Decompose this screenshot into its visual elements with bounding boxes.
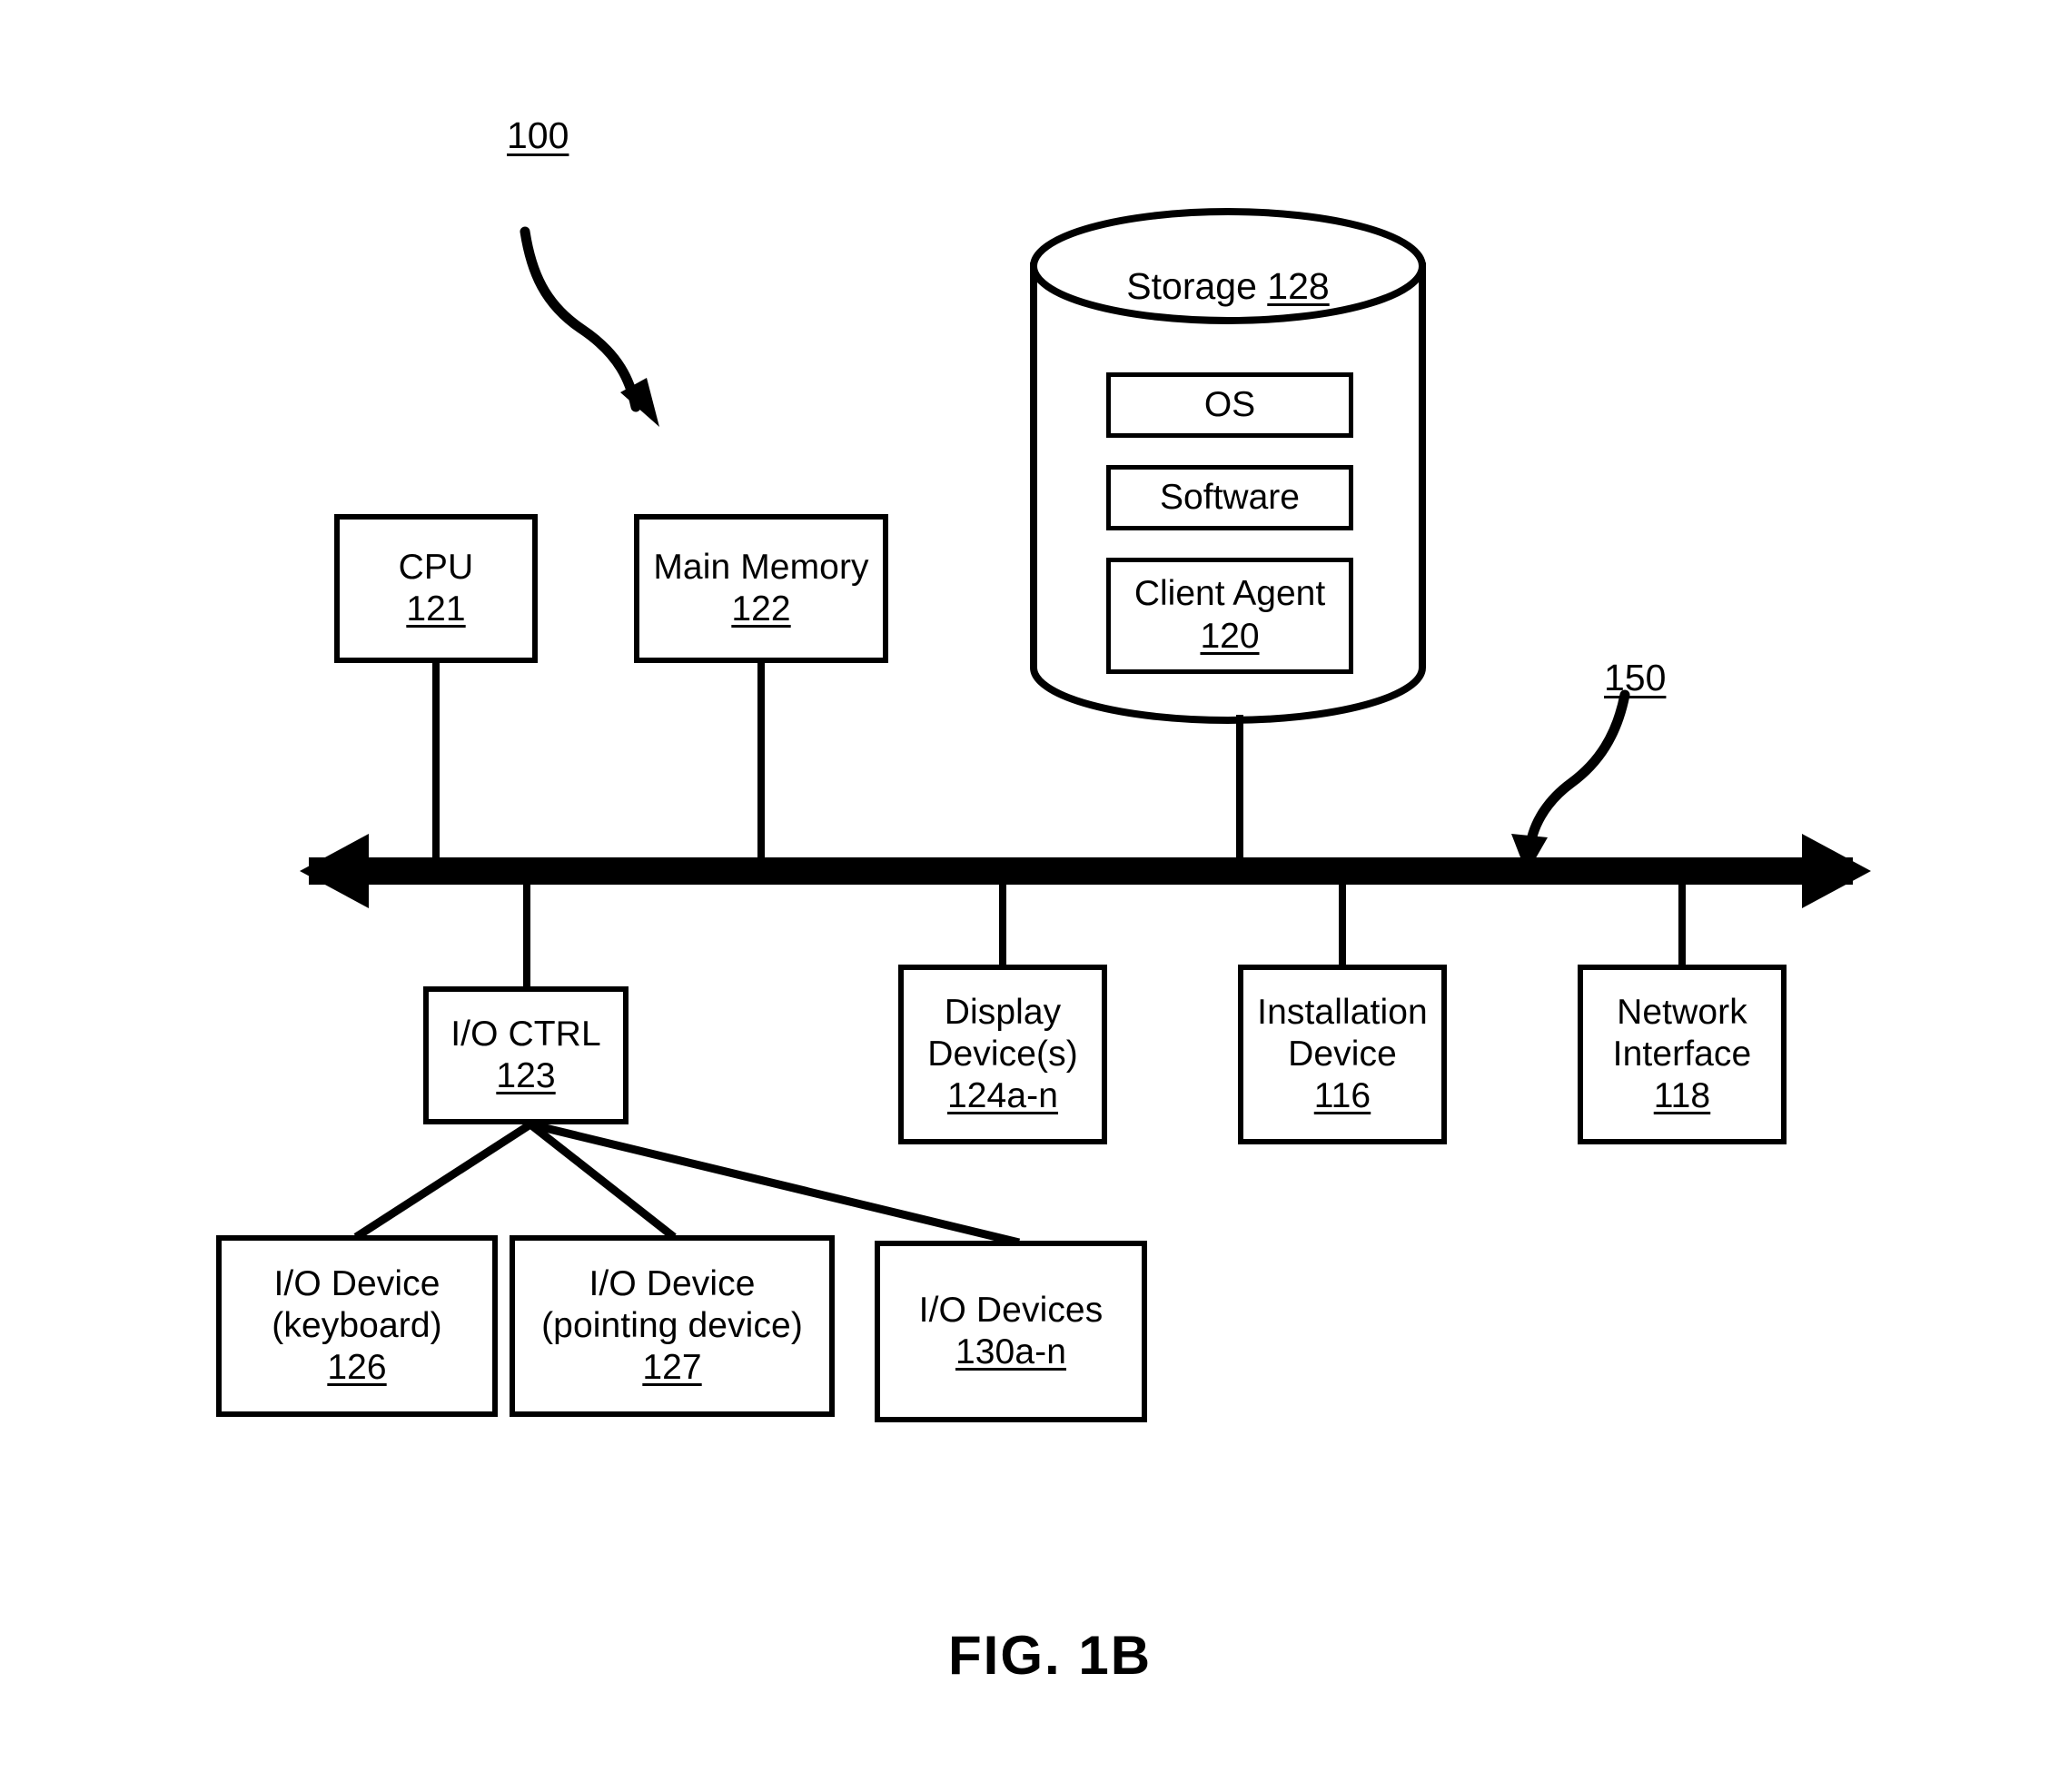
node-display-device-ref: 124a-n (946, 1076, 1059, 1115)
node-cpu-label: CPU (398, 547, 474, 587)
node-installation-device[interactable]: Installation Device 116 (1238, 965, 1447, 1144)
callout-arrow-150 (1511, 689, 1630, 874)
node-main-memory-label: Main Memory (653, 547, 869, 587)
node-display-device[interactable]: Display Device(s) 124a-n (898, 965, 1107, 1144)
node-io-device-pointing-label-2: (pointing device) (541, 1305, 803, 1345)
callout-arrow-100 (520, 226, 659, 427)
node-main-memory-ref: 122 (731, 589, 791, 629)
node-cpu[interactable]: CPU 121 (334, 514, 538, 663)
storage-item-os[interactable]: OS (1106, 372, 1353, 438)
node-installation-device-label-2: Device (1288, 1034, 1397, 1074)
patent-figure-1b: 100 150 Storage 128 OS Software Client A… (0, 0, 2049, 1792)
node-cpu-ref: 121 (406, 589, 466, 629)
storage-item-software-label: Software (1160, 477, 1300, 517)
node-io-device-pointing-ref: 127 (642, 1348, 702, 1387)
storage-item-client-agent-ref: 120 (1200, 617, 1260, 656)
callout-label-100: 100 (507, 114, 569, 156)
node-io-devices-generic[interactable]: I/O Devices 130a-n (875, 1241, 1147, 1422)
node-display-device-label-2: Device(s) (927, 1034, 1078, 1074)
node-network-interface-label-2: Interface (1612, 1034, 1752, 1074)
figure-caption: FIG. 1B (948, 1625, 1153, 1686)
node-io-devices-generic-label: I/O Devices (918, 1290, 1104, 1330)
node-io-device-keyboard-label-2: (keyboard) (272, 1305, 442, 1345)
storage-item-client-agent-label: Client Agent (1133, 574, 1326, 614)
node-io-device-keyboard-ref: 126 (327, 1348, 387, 1387)
node-display-device-label-1: Display (944, 992, 1062, 1032)
callout-label-150: 150 (1604, 657, 1667, 698)
diagram-line-art (300, 208, 1871, 1247)
node-network-interface-label-1: Network (1617, 992, 1747, 1032)
node-io-device-keyboard[interactable]: I/O Device (keyboard) 126 (216, 1235, 498, 1417)
node-io-ctrl[interactable]: I/O CTRL 123 (423, 986, 629, 1124)
node-network-interface-ref: 118 (1653, 1076, 1711, 1115)
storage-title: Storage 128 (1034, 265, 1422, 308)
node-installation-device-ref: 116 (1313, 1076, 1371, 1115)
storage-title-text: Storage (1126, 265, 1268, 307)
node-io-ctrl-label: I/O CTRL (450, 1014, 601, 1054)
node-io-devices-generic-ref: 130a-n (955, 1332, 1067, 1371)
node-installation-device-label-1: Installation (1257, 992, 1428, 1032)
storage-item-client-agent[interactable]: Client Agent 120 (1106, 558, 1353, 674)
node-network-interface[interactable]: Network Interface 118 (1578, 965, 1787, 1144)
storage-item-software[interactable]: Software (1106, 465, 1353, 530)
storage-item-os-label: OS (1203, 384, 1256, 424)
system-bus (300, 834, 1871, 908)
node-io-device-pointing[interactable]: I/O Device (pointing device) 127 (510, 1235, 835, 1417)
storage-title-ref: 128 (1267, 265, 1330, 307)
node-io-device-pointing-label-1: I/O Device (589, 1263, 756, 1303)
node-io-ctrl-ref: 123 (496, 1056, 556, 1095)
node-io-device-keyboard-label-1: I/O Device (273, 1263, 440, 1303)
node-main-memory[interactable]: Main Memory 122 (634, 514, 888, 663)
